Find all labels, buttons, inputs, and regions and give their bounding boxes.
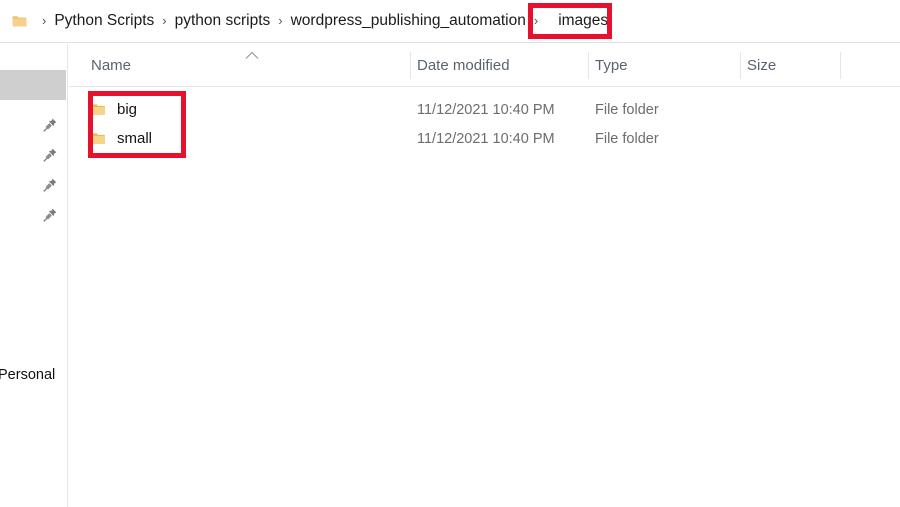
column-header-label: Date modified: [417, 56, 510, 74]
nav-item-pictures[interactable]: [0, 200, 66, 230]
address-bar[interactable]: › Python Scripts › python scripts › word…: [0, 0, 900, 43]
nav-item-label: Personal: [0, 367, 56, 383]
breadcrumb-separator-2: ›: [278, 13, 283, 28]
column-header-size[interactable]: Size: [747, 44, 776, 86]
breadcrumb-item-python-scripts[interactable]: Python Scripts: [53, 11, 155, 31]
file-name-label: big: [117, 101, 138, 118]
column-header-label: Name: [91, 56, 132, 74]
folder-icon: [92, 133, 105, 144]
file-date-cell: 11/12/2021 10:40 PM: [417, 101, 555, 118]
file-list-header: Name Date modified Type Size: [69, 44, 900, 87]
column-header-date-modified[interactable]: Date modified: [417, 44, 510, 86]
file-name-label: small: [117, 130, 153, 147]
nav-item-downloads[interactable]: ds: [0, 140, 66, 170]
nav-item-quick-access[interactable]: s: [0, 70, 66, 100]
navigation-pane[interactable]: s ds ts works: [0, 44, 68, 507]
breadcrumb-separator-1: ›: [162, 13, 167, 28]
nav-item-desktop[interactable]: [0, 110, 66, 140]
file-name-cell[interactable]: big: [91, 95, 137, 124]
breadcrumb-separator-3: ›: [533, 13, 539, 28]
file-type-cell: File folder: [595, 101, 659, 118]
breadcrumb-item-wordpress-publishing-automation[interactable]: wordpress_publishing_automation: [290, 11, 527, 31]
pin-icon: [43, 118, 57, 132]
nav-item-personal[interactable]: Personal: [0, 360, 66, 390]
file-date-cell: 11/12/2021 10:40 PM: [417, 130, 555, 147]
column-header-name[interactable]: Name: [91, 44, 131, 86]
column-header-type[interactable]: Type: [595, 44, 628, 86]
column-divider[interactable]: [588, 52, 589, 79]
breadcrumb-item-python-scripts-lower[interactable]: python scripts: [174, 11, 272, 31]
breadcrumb-item-images[interactable]: images: [557, 11, 609, 31]
table-row[interactable]: small 11/12/2021 10:40 PM File folder: [69, 124, 900, 153]
folder-icon: [12, 16, 27, 27]
pin-icon: [43, 148, 57, 162]
column-divider[interactable]: [840, 52, 841, 79]
file-type-cell: File folder: [595, 130, 659, 147]
nav-item-networks[interactable]: works: [0, 290, 66, 320]
nav-item-documents[interactable]: ts: [0, 170, 66, 200]
file-list[interactable]: big 11/12/2021 10:40 PM File folder smal…: [69, 87, 900, 507]
folder-icon: [92, 104, 105, 115]
column-header-label: Type: [595, 56, 628, 74]
table-row[interactable]: big 11/12/2021 10:40 PM File folder: [69, 95, 900, 124]
file-name-cell[interactable]: small: [91, 124, 152, 153]
pin-icon: [43, 178, 57, 192]
column-divider[interactable]: [740, 52, 741, 79]
breadcrumb-separator-0: ›: [42, 13, 47, 28]
column-divider[interactable]: [410, 52, 411, 79]
column-header-label: Size: [747, 56, 777, 74]
pin-icon: [43, 208, 57, 222]
chevron-up-icon: [245, 51, 259, 59]
